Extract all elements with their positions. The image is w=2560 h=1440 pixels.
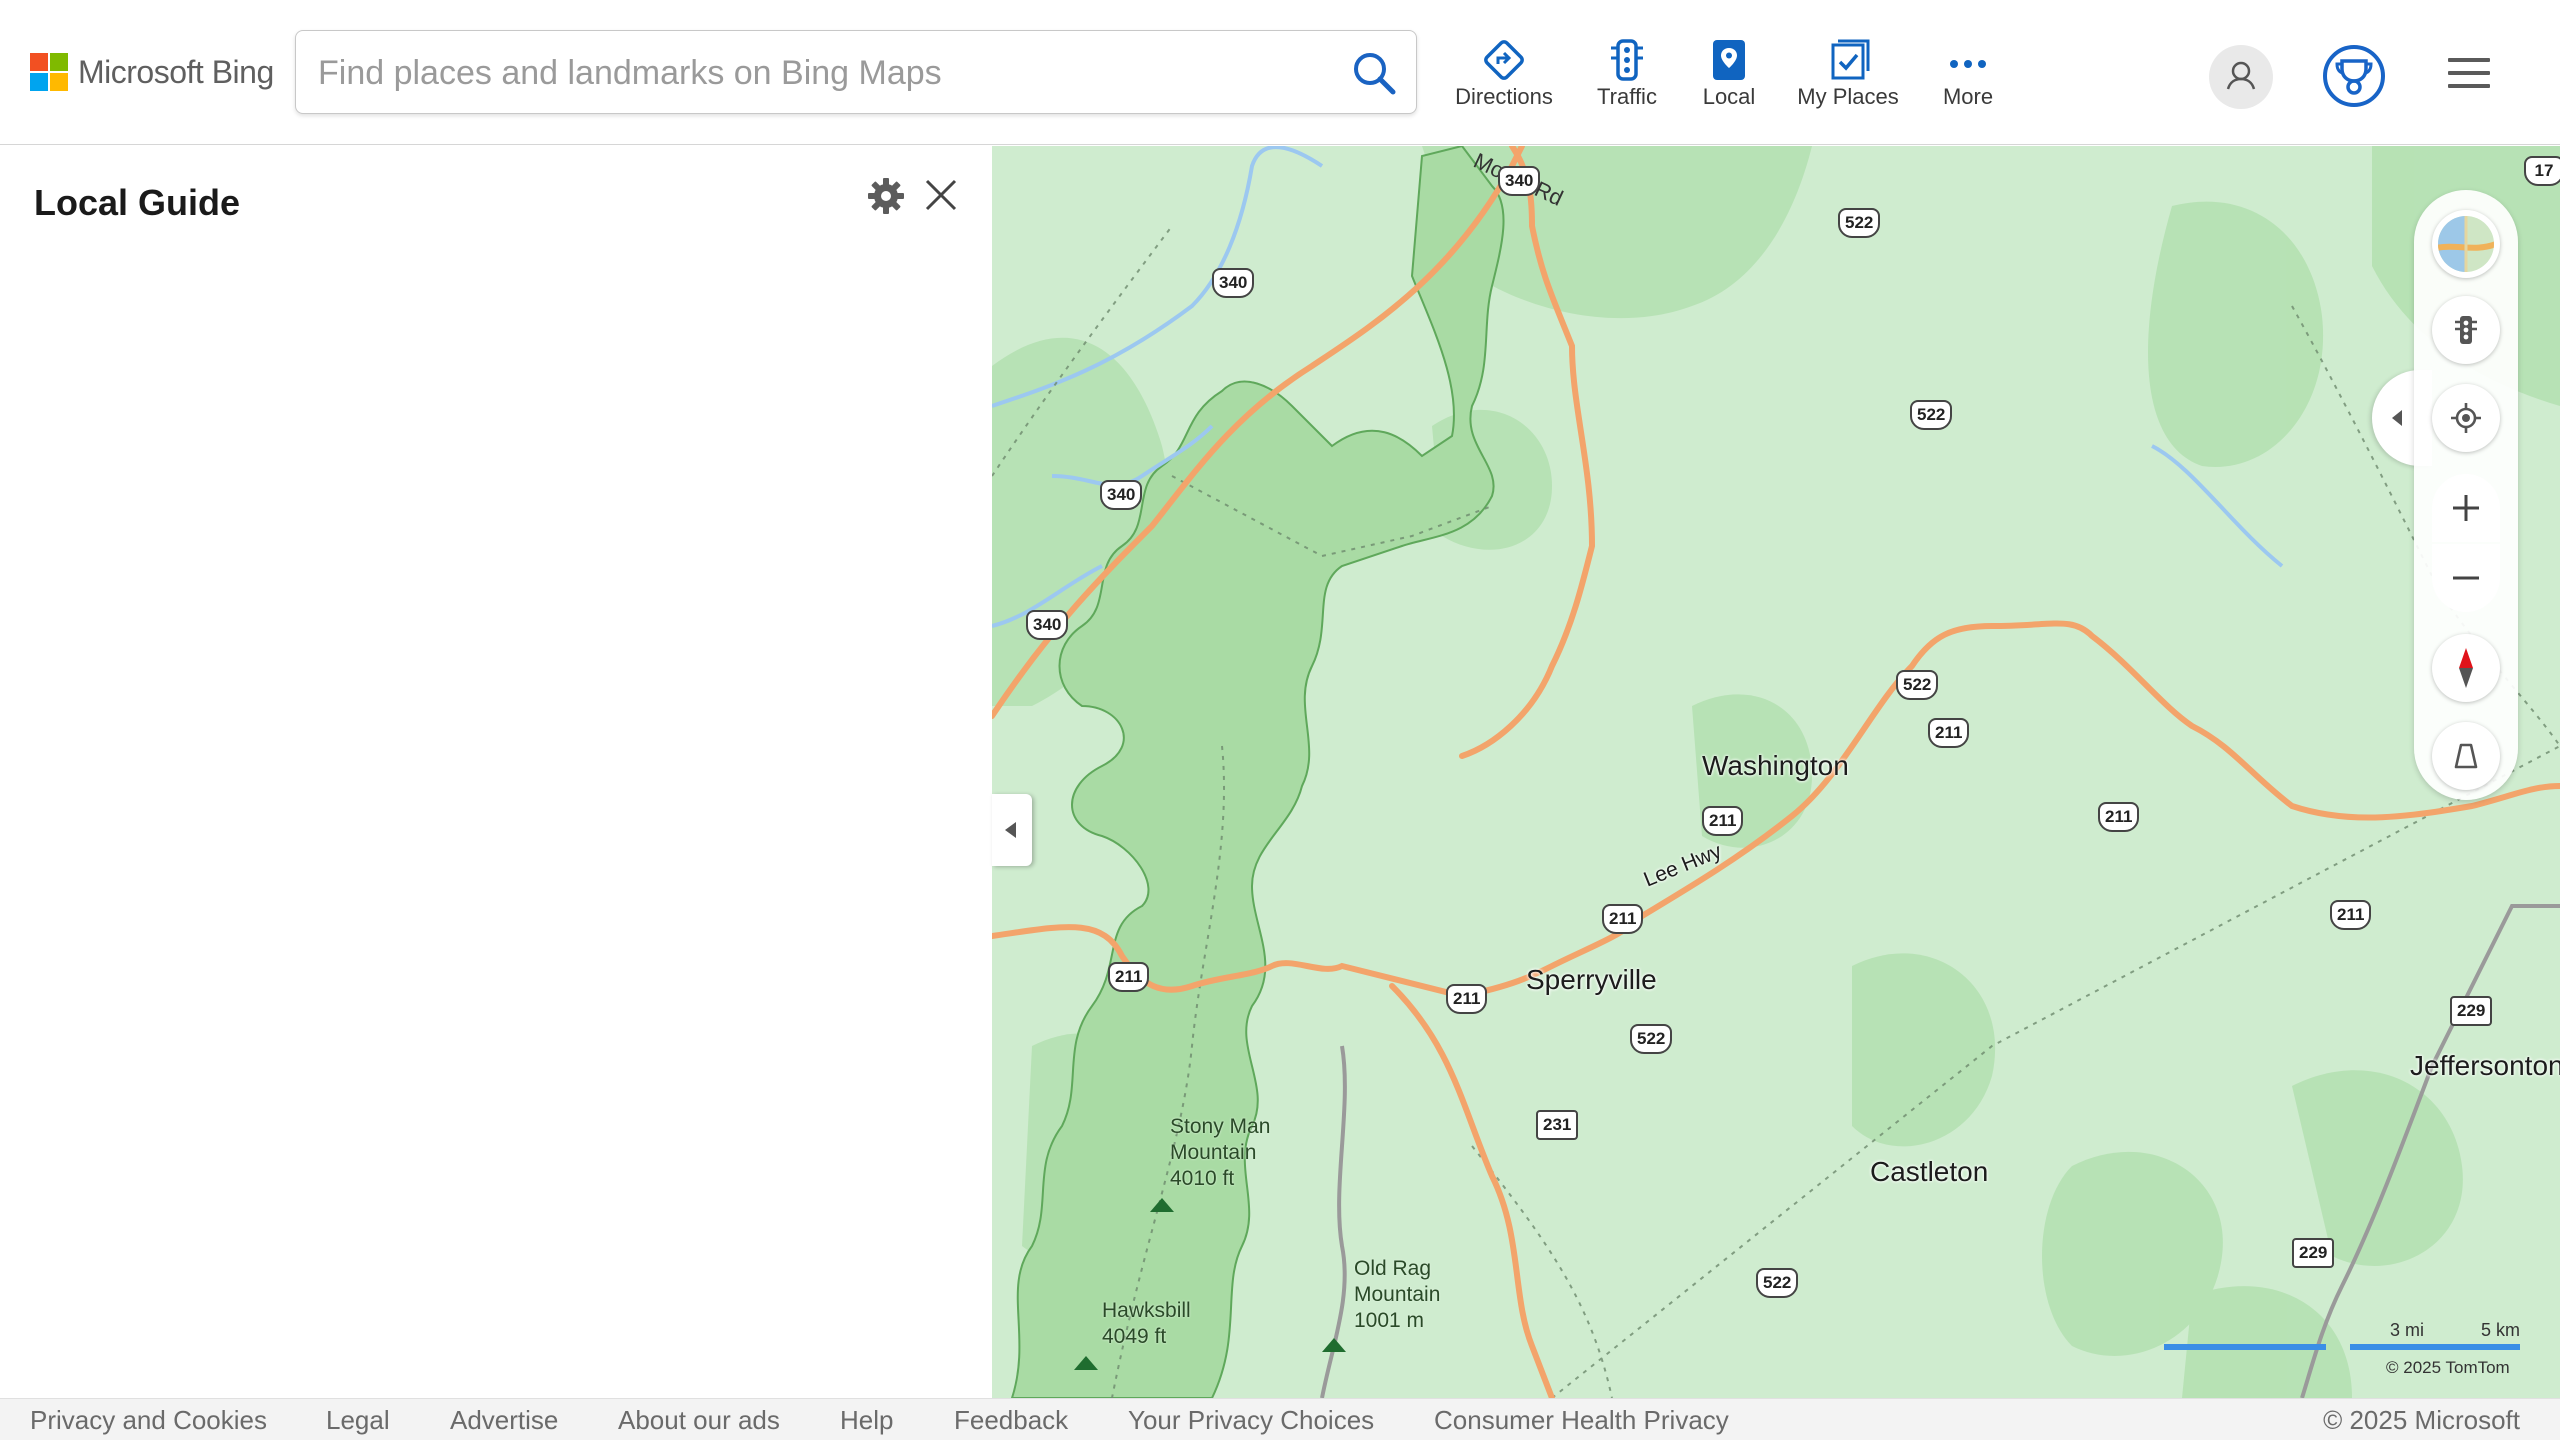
town-label-sperryville[interactable]: Sperryville	[1526, 964, 1657, 996]
user-icon	[2226, 61, 2256, 90]
close-panel-button[interactable]	[922, 176, 960, 214]
shield-17: 17	[2524, 156, 2560, 186]
shield-229: 229	[2450, 996, 2493, 1026]
search-box	[295, 30, 1417, 114]
shield-211: 211	[2098, 802, 2140, 832]
menu-button[interactable]	[2448, 58, 2492, 94]
nav-local-label: Local	[1702, 84, 1756, 109]
footer-link-health-privacy[interactable]: Consumer Health Privacy	[1434, 1405, 1729, 1436]
bing-maps-app: Microsoft Bing Directions	[0, 0, 2560, 1440]
shield-522: 522	[1910, 400, 1953, 430]
plus-icon	[2453, 495, 2479, 521]
shield-229: 229	[2292, 1238, 2335, 1268]
tilt-icon	[2454, 743, 2478, 769]
close-icon	[925, 179, 957, 211]
map-controls	[2414, 190, 2518, 800]
shield-522: 522	[1756, 1268, 1799, 1298]
map-attribution[interactable]: © 2025 TomTom	[2386, 1358, 2510, 1378]
shield-211: 211	[1928, 718, 1970, 748]
nav-local[interactable]: Local	[1694, 38, 1764, 112]
nav-directions[interactable]: Directions	[1448, 38, 1560, 112]
gear-icon	[868, 178, 904, 214]
shield-211: 211	[1602, 904, 1644, 934]
microsoft-bing-logo[interactable]: Microsoft Bing	[30, 52, 274, 92]
scale-bar: 3 mi 5 km	[2160, 1316, 2520, 1356]
locate-icon	[2451, 403, 2481, 433]
footer-link-about-ads[interactable]: About our ads	[618, 1405, 780, 1436]
footer-link-privacy[interactable]: Privacy and Cookies	[30, 1405, 267, 1436]
panel-title: Local Guide	[34, 182, 241, 223]
menu-icon	[2448, 58, 2490, 62]
map-style-button[interactable]	[2432, 210, 2500, 278]
scale-km: 5 km	[2480, 1320, 2520, 1340]
tilt-view-button[interactable]	[2432, 722, 2500, 790]
sign-in-avatar[interactable]	[2209, 45, 2273, 109]
nav-more-label: More	[1942, 84, 1994, 109]
top-bar: Microsoft Bing Directions	[0, 0, 2560, 145]
nav-my-places-label: My Places	[1797, 84, 1899, 109]
search-input[interactable]	[318, 47, 1318, 99]
search-button[interactable]	[1350, 49, 1398, 97]
shield-340: 340	[1026, 610, 1069, 640]
my-places-icon	[1831, 39, 1870, 80]
compass-icon	[2459, 648, 2473, 688]
shield-522: 522	[1630, 1024, 1673, 1054]
copyright: © 2025 Microsoft	[2323, 1405, 2520, 1435]
footer-link-legal[interactable]: Legal	[326, 1405, 390, 1436]
zoom-in-button[interactable]	[2432, 474, 2500, 542]
traffic-icon	[1611, 39, 1643, 81]
town-label-castleton[interactable]: Castleton	[1870, 1156, 1988, 1188]
shield-340: 340	[1212, 268, 1255, 298]
shield-340: 340	[1100, 480, 1143, 510]
search-icon	[1354, 53, 1396, 95]
shield-231: 231	[1536, 1110, 1579, 1140]
peak-label-hawksbill[interactable]: Hawksbill 4049 ft	[1102, 1298, 1191, 1350]
footer-link-privacy-choices[interactable]: Your Privacy Choices	[1128, 1405, 1374, 1436]
shield-211: 211	[2330, 900, 2372, 930]
nav-traffic[interactable]: Traffic	[1590, 38, 1664, 112]
microsoft-logo-icon	[30, 53, 68, 91]
directions-icon	[1484, 40, 1524, 80]
footer-link-feedback[interactable]: Feedback	[954, 1405, 1068, 1436]
traffic-light-icon	[2455, 316, 2477, 344]
footer: Privacy and Cookies Legal Advertise Abou…	[0, 1398, 2560, 1440]
trophy-icon	[2335, 59, 2373, 95]
zoom-out-button[interactable]	[2432, 544, 2500, 612]
peak-label-stony-man[interactable]: Stony Man Mountain 4010 ft	[1170, 1114, 1270, 1192]
footer-link-help[interactable]: Help	[840, 1405, 893, 1436]
locate-me-button[interactable]	[2432, 384, 2500, 452]
local-guide-panel: Local Guide	[0, 146, 992, 1398]
shield-211: 211	[1108, 962, 1150, 992]
shield-340: 340	[1498, 166, 1541, 196]
local-icon	[1713, 40, 1745, 80]
shield-522: 522	[1896, 670, 1939, 700]
nav-my-places[interactable]: My Places	[1792, 38, 1904, 112]
nav-more[interactable]: More	[1934, 38, 2002, 112]
settings-button[interactable]	[866, 176, 906, 216]
map-canvas[interactable]: Mount Rd 340 340 340 340 522 522 522 522…	[992, 146, 2560, 1398]
footer-link-advertise[interactable]: Advertise	[450, 1405, 558, 1436]
shield-211: 211	[1702, 806, 1744, 836]
shield-211: 211	[1446, 984, 1488, 1014]
traffic-toggle-button[interactable]	[2432, 296, 2500, 364]
collapse-panel-button[interactable]	[992, 794, 1032, 866]
scale-miles: 3 mi	[2390, 1320, 2425, 1340]
minus-icon	[2453, 576, 2479, 580]
compass-button[interactable]	[2432, 634, 2500, 702]
town-label-washington[interactable]: Washington	[1702, 750, 1849, 782]
nav-directions-label: Directions	[1455, 84, 1553, 109]
nav-traffic-label: Traffic	[1597, 84, 1657, 109]
map-style-icon	[2438, 216, 2494, 272]
rewards-button[interactable]	[2323, 45, 2385, 107]
peak-label-old-rag[interactable]: Old Rag Mountain 1001 m	[1354, 1256, 1440, 1334]
town-label-jeffersonton[interactable]: Jeffersonton	[2410, 1050, 2560, 1082]
brand-name: Microsoft Bing	[78, 53, 274, 90]
shield-522: 522	[1838, 208, 1881, 238]
more-icon	[1950, 60, 1986, 68]
